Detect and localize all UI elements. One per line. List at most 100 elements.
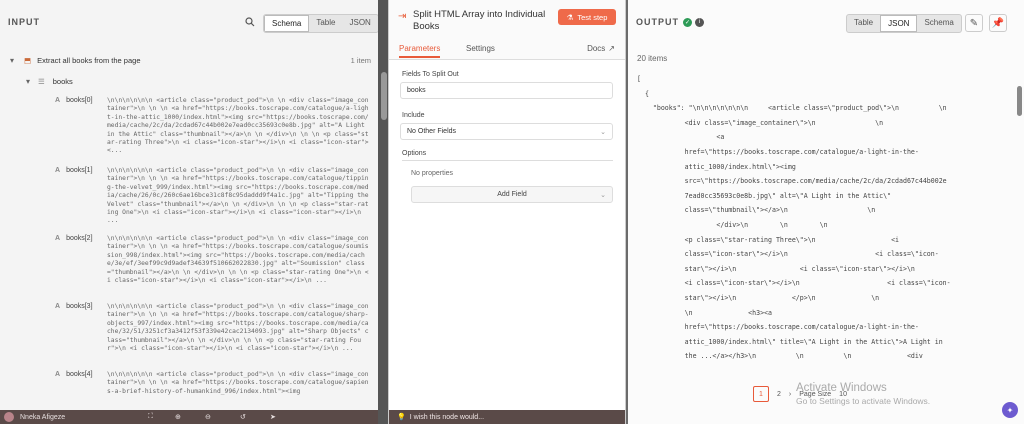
view-table[interactable]: Table [309,15,342,32]
cursor-icon[interactable]: ➤ [270,413,276,421]
view-schema[interactable]: Schema [917,15,960,32]
json-line: <div class=\"image_container\">\n \n [637,118,884,127]
json-line: href=\"https://books.toscrape.com/catalo… [637,147,919,156]
pin-icon[interactable]: 📌 [989,14,1007,32]
include-value: No Other Fields [407,128,457,135]
page-1[interactable]: 1 [753,386,769,402]
view-json[interactable]: JSON [880,15,918,32]
node-label: Extract all books from the page [37,56,141,65]
output-item-count: 20 items [637,54,668,63]
json-line: 7ead0cc35693c0e8b.jpg\" alt=\"A Light in… [637,191,892,200]
test-step-label: Test step [577,12,608,22]
output-panel: OUTPUT ✓ i Table JSON Schema ✎ 📌 20 item… [628,0,1024,424]
json-view: [ { "books": "\n\n\n\n\n\n\n <article cl… [628,72,1014,364]
search-icon[interactable] [242,14,258,30]
chevron-down-icon[interactable]: ▾ [10,56,14,65]
docs-link[interactable]: Docs ↗ [587,44,615,53]
chevron-down-icon: ⌄ [600,128,606,136]
json-line: <p class=\"star-rating Three\">\n <i [637,235,900,244]
node-title[interactable]: Split HTML Array into Individual Books [413,9,553,33]
watermark-subtitle: Go to Settings to activate Windows. [796,396,931,406]
field-name: books [52,77,73,86]
string-type-icon: A [55,97,61,104]
feedback-bar[interactable]: 💡 I wish this node would... [389,410,625,424]
json-line: <i class=\"icon-star\"></i>\n <i class=\… [637,279,951,288]
item-key: books[4] [66,371,93,378]
json-line: href=\"https://books.toscrape.com/catalo… [637,323,919,332]
scrollbar[interactable] [1017,86,1022,116]
test-step-button[interactable]: ⚗ Test step [558,9,616,25]
item-value: \n\n\n\n\n\n <article class="product_pod… [107,97,369,155]
input-header: INPUT Schema Table JSON [0,0,385,44]
page-2[interactable]: 2 [777,391,781,398]
json-line: "books": "\n\n\n\n\n\n\n <article class=… [637,104,947,113]
json-line: </div>\n \n \n [637,220,828,229]
docs-label: Docs [587,44,606,53]
string-type-icon: A [55,235,61,242]
add-field-button[interactable]: Add Field ⌄ [411,186,613,203]
list-item: Abooks[0] \n\n\n\n\n\n <article class="p… [55,97,371,159]
include-label: Include [402,112,425,119]
scrollbar[interactable] [381,72,387,120]
no-properties-text: No properties [411,170,454,177]
string-type-icon: A [55,167,61,174]
item-key: books[1] [66,167,93,174]
feedback-text: I wish this node would... [409,413,485,421]
fit-view-icon[interactable]: ⛶ [148,413,153,421]
sparkle-icon[interactable]: ✦ [1002,402,1018,418]
output-view-toggle: Table JSON Schema [846,14,962,33]
node-header: ⇥ Split HTML Array into Individual Books… [389,0,625,40]
array-icon: ☰ [38,77,45,86]
output-header: OUTPUT ✓ i Table JSON Schema ✎ 📌 [628,0,1024,44]
zoom-out-icon[interactable]: ⊖ [205,413,211,421]
json-line: { [637,89,649,98]
split-icon: ⇥ [398,11,407,22]
tab-parameters[interactable]: Parameters [399,44,441,58]
output-title: OUTPUT [636,17,679,27]
item-value: \n\n\n\n\n\n <article class="product_pod… [107,371,369,395]
json-line: class=\"icon-star\"></i>\n <i class=\"ic… [637,250,939,259]
avatar[interactable] [4,412,14,422]
zoom-in-icon[interactable]: ⊕ [175,413,181,421]
view-json[interactable]: JSON [342,15,377,32]
view-schema[interactable]: Schema [264,15,310,32]
json-line: <a [637,133,725,142]
flask-icon: ⚗ [566,12,574,22]
pencil-icon[interactable]: ✎ [965,14,983,32]
json-line: attic_1000/index.html\" title=\"A Light … [637,337,943,346]
node-source-row[interactable]: ▾ ⬒ Extract all books from the page 1 it… [10,56,371,65]
node-icon: ⬒ [24,56,32,65]
user-name: Nneka Afigeze [20,413,66,421]
input-panel: INPUT Schema Table JSON ▾ ⬒ Extract all … [0,0,386,424]
chevron-down-icon: ⌄ [600,191,606,199]
fields-to-split-label: Fields To Split Out [402,71,459,78]
include-select[interactable]: No Other Fields ⌄ [400,123,613,140]
fields-to-split-input[interactable]: books [400,82,613,99]
info-icon[interactable]: i [695,17,704,27]
list-item: Abooks[2] \n\n\n\n\n\n <article class="p… [55,235,371,295]
view-table[interactable]: Table [847,15,880,32]
field-row[interactable]: ▾ ☰ books [26,77,371,86]
item-count: 1 item [350,56,371,65]
windows-activation-watermark: Activate Windows Go to Settings to activ… [796,382,930,408]
input-title: INPUT [8,17,40,27]
item-key: books[3] [66,303,93,310]
json-line: class=\"thumbnail\"></a>\n \n [637,206,876,215]
item-key: books[2] [66,235,93,242]
canvas-toolbar: Nneka Afigeze ⛶ ⊕ ⊖ ↺ ➤ [0,410,385,424]
json-line: star\"></i>\n <i class=\"icon-star\"></i… [637,264,915,273]
list-item: Abooks[3] \n\n\n\n\n\n <article class="p… [55,303,371,363]
string-type-icon: A [55,303,61,310]
chevron-down-icon[interactable]: ▾ [26,77,30,86]
node-tabs: Parameters Settings Docs ↗ [389,40,625,60]
json-line: star\"></i>\n </p>\n \n [637,293,880,302]
chevron-right-icon[interactable]: › [789,391,791,398]
watermark-title: Activate Windows [796,382,887,394]
json-line: the ...</a></h3>\n \n \n <div [637,352,923,361]
undo-icon[interactable]: ↺ [240,413,246,421]
divider [402,160,613,161]
success-check-icon: ✓ [683,17,692,27]
node-panel: ⇥ Split HTML Array into Individual Books… [388,0,626,424]
tab-settings[interactable]: Settings [466,44,495,53]
json-line: attic_1000/index.html\"><img [637,162,796,171]
